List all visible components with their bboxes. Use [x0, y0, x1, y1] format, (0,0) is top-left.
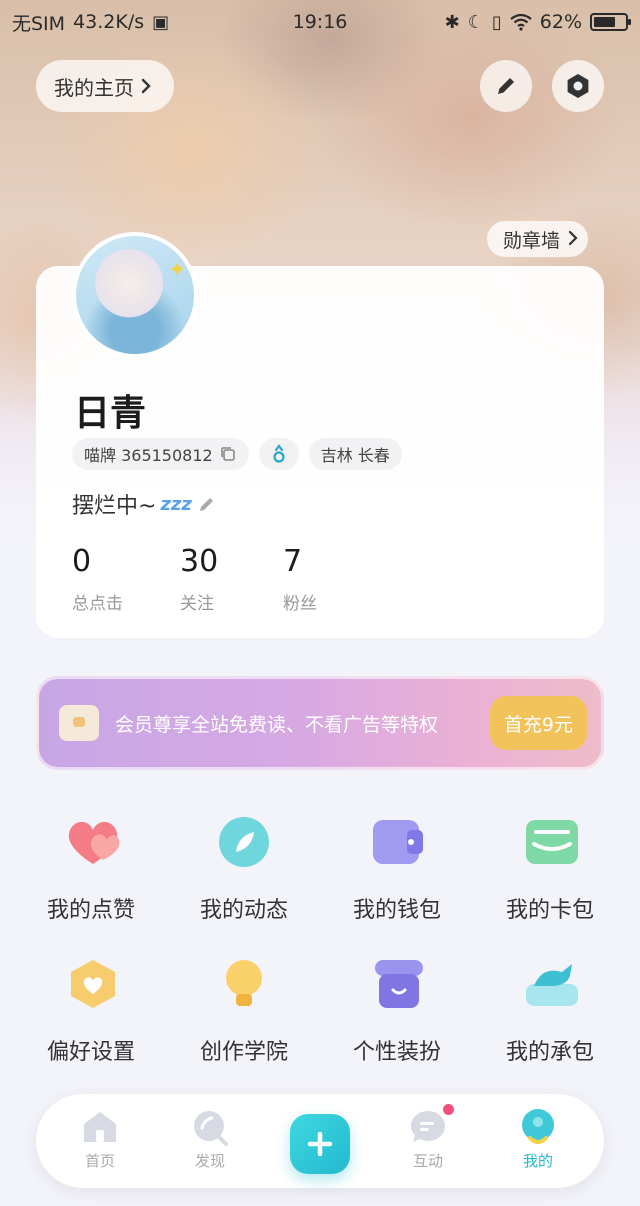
nav-label: 发现	[194, 1152, 225, 1170]
lightbulb-icon	[216, 956, 272, 1012]
profile-icon	[518, 1108, 558, 1146]
battery-percent: 62%	[539, 11, 582, 33]
crown-icon	[59, 705, 99, 741]
first-recharge-button[interactable]: 首充9元	[489, 696, 587, 750]
grid-label: 我的点赞	[46, 898, 135, 923]
sim-icon: ▣	[152, 11, 170, 33]
create-button[interactable]	[290, 1114, 350, 1174]
chat-icon	[408, 1104, 454, 1146]
stat-label: 粉丝	[283, 594, 317, 614]
vip-text: 会员尊享全站免费读、不看广告等特权	[115, 713, 439, 736]
medal-wall-button[interactable]: 勋章墙	[487, 221, 589, 257]
username: 日青	[74, 393, 147, 434]
vip-banner[interactable]: 会员尊享全站免费读、不看广告等特权 首充9元	[36, 676, 604, 770]
grid-label: 我的承包	[505, 1040, 594, 1065]
pencil-icon	[498, 78, 514, 94]
grid-label: 偏好设置	[46, 1040, 135, 1065]
gear-icon	[567, 74, 589, 98]
grid-item-wallet[interactable]: 我的钱包	[322, 814, 472, 924]
avatar[interactable]: ✦	[72, 232, 198, 358]
bio-text: 摆烂中~	[72, 494, 157, 519]
heart-icon	[63, 814, 120, 870]
medal-wall-label: 勋章墙	[503, 229, 561, 252]
chevron-right-icon	[568, 230, 578, 246]
battery-icon	[590, 13, 631, 31]
grid-item-dressup[interactable]: 个性装扮	[322, 956, 472, 1066]
profile-tags: 喵牌 365150812 吉林 长春	[72, 438, 402, 470]
edit-bio-icon	[199, 498, 213, 511]
grid-label: 我的卡包	[505, 898, 594, 923]
whale-icon	[522, 956, 578, 1012]
grid-item-preferences[interactable]: 偏好设置	[16, 956, 166, 1066]
location-text: 吉林 长春	[320, 446, 390, 465]
carrier-text: 无SIM	[12, 12, 66, 35]
my-homepage-button[interactable]: 我的主页	[36, 60, 174, 112]
grid-item-cards[interactable]: 我的卡包	[475, 814, 625, 924]
notification-dot	[443, 1104, 454, 1115]
sleep-emoji: zzz	[160, 493, 192, 515]
status-bar: 无SIM 43.2K/s ▣ 19:16 ✱ ☾ ▯ 62%	[0, 0, 640, 44]
nav-interactions[interactable]: 互动	[388, 1104, 468, 1171]
sparkle-icon: ✦	[168, 258, 187, 283]
grid-label: 个性装扮	[352, 1040, 441, 1065]
card-icon	[522, 814, 578, 870]
nav-home[interactable]: 首页	[60, 1108, 140, 1171]
grid-item-contracts[interactable]: 我的承包	[475, 956, 625, 1066]
chevron-right-icon	[141, 78, 151, 94]
gender-tag	[258, 438, 299, 470]
preference-icon	[63, 956, 119, 1012]
grid-item-moments[interactable]: 我的动态	[169, 814, 319, 924]
stat-value: 30	[180, 544, 219, 579]
nav-discover[interactable]: 发现	[170, 1108, 250, 1171]
stat-label: 关注	[180, 594, 214, 614]
nav-mine[interactable]: 我的	[498, 1108, 578, 1171]
bluetooth-icon: ✱	[444, 11, 460, 33]
stat-value: 0	[72, 544, 92, 579]
stat-fans[interactable]: 7 粉丝	[283, 544, 317, 614]
moon-icon: ☾	[467, 11, 484, 33]
stat-label: 总点击	[72, 594, 123, 614]
home-icon	[80, 1108, 120, 1146]
bottom-navigation: 首页 发现 互动 我的	[36, 1094, 604, 1188]
grid-item-creator-academy[interactable]: 创作学院	[169, 956, 319, 1066]
grid-label: 我的钱包	[352, 898, 441, 923]
network-speed: 43.2K/s	[73, 11, 145, 33]
user-id-text: 喵牌 365150812	[84, 446, 213, 465]
stat-following[interactable]: 30 关注	[180, 544, 218, 614]
discover-icon	[190, 1108, 230, 1146]
bio[interactable]: 摆烂中~ zzz	[72, 488, 218, 520]
vibrate-icon: ▯	[491, 11, 502, 33]
plus-icon	[307, 1131, 333, 1157]
wallet-icon	[369, 814, 425, 870]
settings-button[interactable]	[552, 60, 604, 112]
stat-value: 7	[283, 544, 303, 579]
stat-clicks[interactable]: 0 总点击	[72, 544, 123, 614]
my-homepage-label: 我的主页	[54, 75, 134, 100]
nav-label: 互动	[412, 1152, 443, 1170]
leaf-icon	[216, 814, 272, 870]
store-icon	[369, 956, 425, 1012]
nav-label: 首页	[84, 1152, 115, 1170]
grid-item-likes[interactable]: 我的点赞	[16, 814, 166, 924]
location-tag: 吉林 长春	[308, 438, 402, 470]
user-id-tag[interactable]: 喵牌 365150812	[72, 438, 249, 470]
grid-label: 创作学院	[199, 1040, 288, 1065]
edit-button[interactable]	[480, 60, 532, 112]
male-icon	[273, 444, 285, 463]
nav-label: 我的	[522, 1152, 553, 1170]
grid-label: 我的动态	[199, 898, 288, 923]
wifi-icon	[510, 13, 532, 31]
copy-icon	[220, 447, 235, 461]
